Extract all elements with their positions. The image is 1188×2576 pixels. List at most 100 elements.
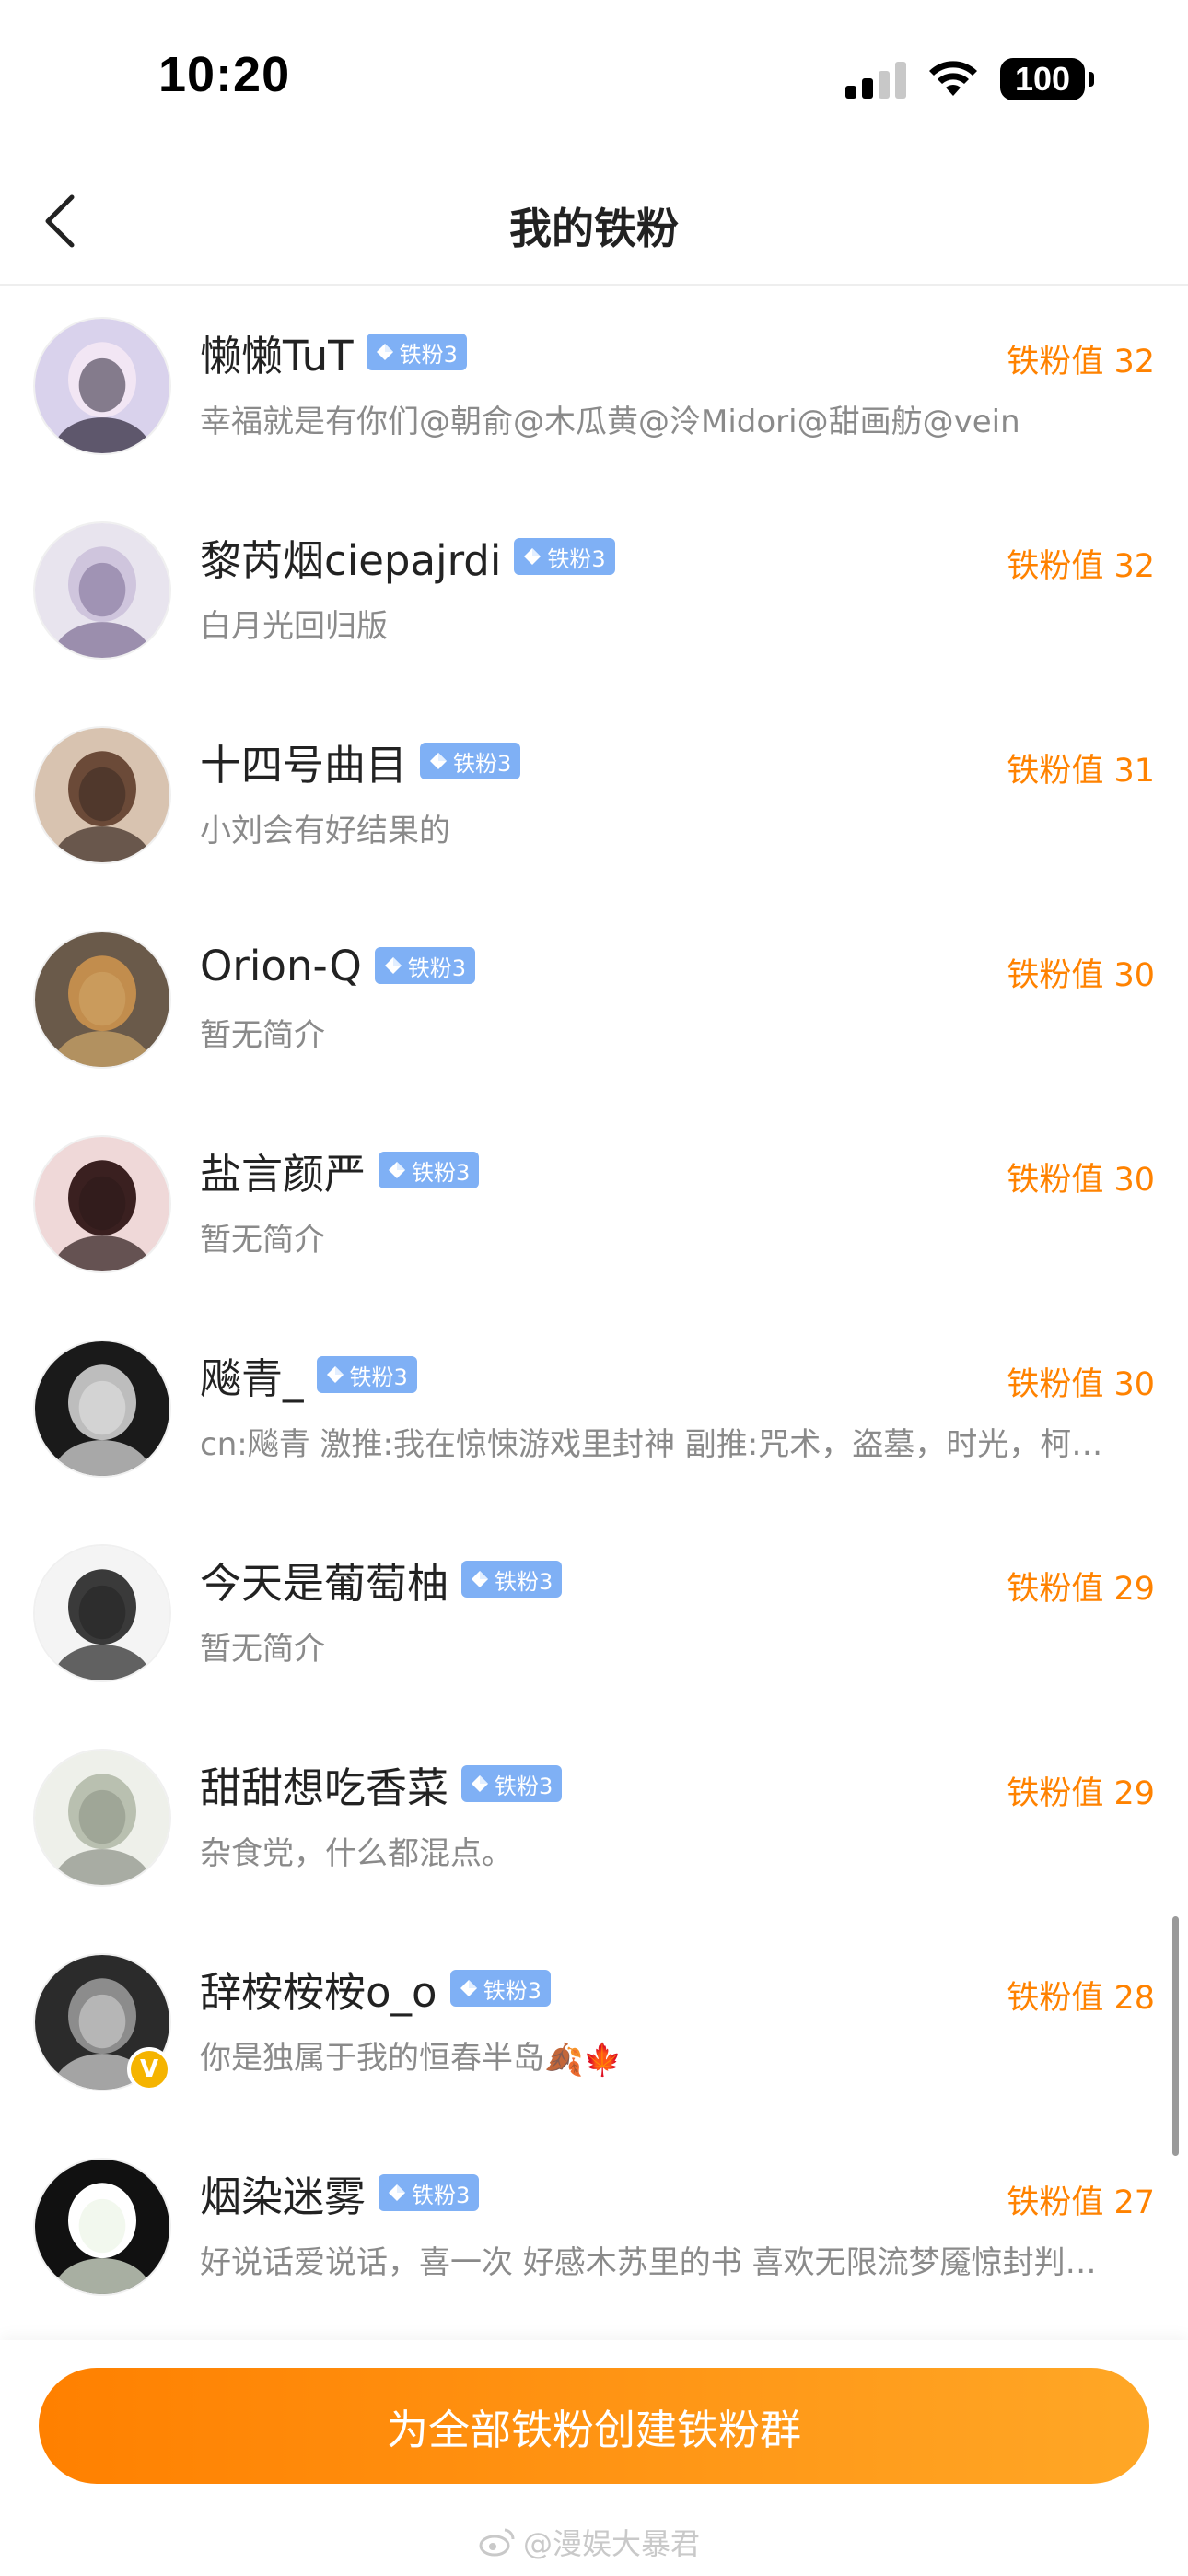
fan-bio: 好说话爱说话，喜一次 好感木苏里的书 喜欢无限流梦魇惊封判… [200,2237,1158,2282]
create-fan-group-button[interactable]: 为全部铁粉创建铁粉群 [39,2368,1149,2484]
fan-level-label: 铁粉3 [412,1159,471,1186]
fan-score: 铁粉值 29 [1007,1775,1155,1812]
diamond-icon [472,1571,489,1587]
fan-level-badge: 铁粉3 [379,1152,480,1188]
fan-list-item[interactable]: Orion-Q 铁粉3 铁粉值 30 暂无简介 [0,901,1188,1106]
fan-bio: 幸福就是有你们@朝俞@木瓜黄@泠Midori@甜画舫@vein [200,396,1158,441]
fan-name-line: 甜甜想吃香菜 铁粉3 [200,1754,563,1814]
avatar[interactable] [33,1544,171,1682]
scrollbar[interactable] [1172,1916,1179,2156]
fan-name[interactable]: 黎芮烟ciepajrdi [200,527,501,587]
avatar-image [35,1546,169,1680]
fan-list-item[interactable]: 烟染迷雾 铁粉3 铁粉值 27 好说话爱说话，喜一次 好感木苏里的书 喜欢无限流… [0,2128,1188,2333]
fan-level-badge: 铁粉3 [461,1765,563,1802]
fan-bio-text: 好说话爱说话，喜一次 好感木苏里的书 喜欢无限流梦魇惊封判… [200,2244,1097,2281]
fan-score: 铁粉值 31 [1007,753,1155,790]
fan-level-label: 铁粉3 [547,545,606,572]
fan-bio: 杂食党，什么都混点。 [200,1828,1158,1873]
avatar[interactable] [33,931,171,1069]
fan-level-label: 铁粉3 [495,1773,553,1799]
fan-name[interactable]: 十四号曲目 [200,732,407,791]
fan-score: 铁粉值 32 [1007,344,1155,381]
fan-name[interactable]: 懒懒TuT [200,322,354,382]
diamond-icon [384,957,402,974]
fan-name[interactable]: 甜甜想吃香菜 [200,1754,448,1814]
fan-score: 铁粉值 32 [1007,548,1155,585]
fan-bio: 小刘会有好结果的 [200,805,1158,850]
fan-list-item[interactable]: 飚青_ 铁粉3 铁粉值 30 cn:飚青 激推:我在惊悚游戏里封神 副推:咒术，… [0,1310,1188,1515]
battery-indicator: 100 [1000,58,1094,100]
fan-name[interactable]: 烟染迷雾 [200,2163,366,2223]
avatar[interactable] [33,726,171,864]
fan-name-line: 辞桉桉桉o_o 铁粉3 [200,1959,551,2018]
fan-bio: 你是独属于我的恒春半岛🍂🍁 [200,2032,1158,2078]
diamond-icon [389,1162,406,1178]
fan-list-item[interactable]: 盐言颜严 铁粉3 铁粉值 30 暂无简介 [0,1106,1188,1310]
fan-list-item[interactable]: 懒懒TuT 铁粉3 铁粉值 32 幸福就是有你们@朝俞@木瓜黄@泠Midori@… [0,287,1188,492]
fan-bio: 暂无简介 [200,1623,1158,1669]
fan-bio-text: 幸福就是有你们@朝俞@木瓜黄@泠Midori@甜画舫@vein [200,404,1020,440]
fan-bio-text: 杂食党，什么都混点。 [200,1835,513,1872]
fan-level-badge: 铁粉3 [366,334,467,370]
fan-score: 铁粉值 30 [1007,1162,1155,1199]
fan-level-label: 铁粉3 [495,1568,553,1595]
fan-bio-text: 你是独属于我的恒春半岛 [200,2040,544,2077]
fan-name[interactable]: 盐言颜严 [200,1141,366,1200]
fan-name-line: 今天是葡萄柚 铁粉3 [200,1550,563,1610]
weibo-logo-icon [479,2528,515,2557]
avatar-image [35,1751,169,1885]
avatar-image [35,319,169,453]
avatar[interactable] [33,317,171,455]
page-title: 我的铁粉 [509,204,679,253]
fan-level-badge: 铁粉3 [379,2174,480,2211]
fan-name[interactable]: 辞桉桉桉o_o [200,1959,437,2019]
fan-name-line: 十四号曲目 铁粉3 [200,732,521,791]
fan-bio-text: 白月光回归版 [200,608,388,645]
avatar[interactable] [33,1135,171,1273]
fan-bio-text: cn:飚青 激推:我在惊悚游戏里封神 副推:咒术，盗墓，时光，柯… [200,1426,1103,1463]
avatar[interactable] [33,1749,171,1887]
leaf-emoji: 🍂🍁 [544,2041,623,2078]
avatar[interactable] [33,2158,171,2296]
fan-list-item[interactable]: V 辞桉桉桉o_o 铁粉3 铁粉值 28 你是独属于我的恒春半岛🍂🍁 [0,1924,1188,2128]
status-bar: 10:20 100 [0,0,1188,157]
fan-bio-text: 小刘会有好结果的 [200,813,450,849]
fan-name[interactable]: 今天是葡萄柚 [200,1550,448,1610]
fan-name-line: 飚青_ 铁粉3 [200,1345,417,1404]
avatar-image [35,728,169,862]
fan-name[interactable]: Orion-Q [200,942,362,990]
avatar-image [35,523,169,658]
fan-list-item[interactable]: 今天是葡萄柚 铁粉3 铁粉值 29 暂无简介 [0,1515,1188,1719]
fan-score: 铁粉值 30 [1007,957,1155,994]
fan-level-badge: 铁粉3 [461,1561,563,1598]
status-icons: 100 [845,55,1094,103]
fan-list-item[interactable]: 黎芮烟ciepajrdi 铁粉3 铁粉值 32 白月光回归版 [0,492,1188,697]
cellular-signal-icon [845,60,906,99]
fan-name[interactable]: 飚青_ [200,1345,304,1405]
bottom-panel: 为全部铁粉创建铁粉群 @漫娱大暴君 [0,2340,1188,2576]
fan-level-label: 铁粉3 [407,954,467,981]
fan-list-item[interactable]: 十四号曲目 铁粉3 铁粉值 31 小刘会有好结果的 [0,697,1188,901]
fan-level-label: 铁粉3 [349,1364,408,1390]
fan-score: 铁粉值 29 [1007,1571,1155,1608]
fan-level-label: 铁粉3 [399,341,458,368]
fan-list-item[interactable]: 甜甜想吃香菜 铁粉3 铁粉值 29 杂食党，什么都混点。 [0,1719,1188,1924]
avatar[interactable] [33,521,171,660]
nav-bar: 我的铁粉 [0,157,1188,286]
fan-bio: 白月光回归版 [200,601,1158,646]
avatar-image [35,2160,169,2294]
fan-level-badge: 铁粉3 [514,538,615,575]
watermark-text: @漫娱大暴君 [523,2526,701,2561]
fan-score: 铁粉值 27 [1007,2184,1155,2221]
fan-level-badge: 铁粉3 [316,1356,417,1393]
fan-name-line: 黎芮烟ciepajrdi 铁粉3 [200,527,615,586]
fan-score: 铁粉值 28 [1007,1980,1155,2017]
fan-bio-text: 暂无简介 [200,1017,325,1054]
diamond-icon [460,1980,477,1996]
verified-v-icon: V [127,2047,171,2091]
fan-name-line: Orion-Q 铁粉3 [200,936,476,995]
fan-bio-text: 暂无简介 [200,1631,325,1668]
diamond-icon [376,344,393,360]
avatar[interactable] [33,1340,171,1478]
fan-list: 懒懒TuT 铁粉3 铁粉值 32 幸福就是有你们@朝俞@木瓜黄@泠Midori@… [0,287,1188,2333]
